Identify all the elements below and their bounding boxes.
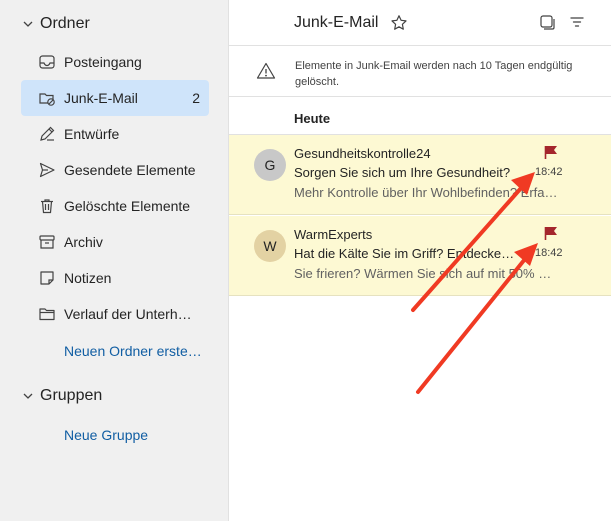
message-preview: Mehr Kontrolle über Ihr Wohlbefinden? Er… [294,185,560,200]
note-icon [40,271,54,285]
sidebar-item-inbox[interactable]: Posteingang [21,44,209,80]
sidebar-item-label: Junk-E-Mail [64,90,138,106]
star-icon[interactable] [390,14,408,32]
warning-icon [256,62,276,79]
inbox-icon [39,55,55,69]
sidebar-item-label: Gelöschte Elemente [64,198,191,214]
sidebar-item-sent[interactable]: Gesendete Elemente [21,152,209,188]
message-item[interactable]: W WarmExperts Hat die Kälte Sie im Griff… [229,216,611,296]
flag-icon[interactable] [543,144,559,160]
select-mode-icon[interactable] [538,13,556,31]
message-preview: Sie frieren? Wärmen Sie sich auf mit 50%… [294,266,560,281]
message-time: 18:42 [535,166,563,178]
sidebar-item-junk[interactable]: Junk-E-Mail 2 [21,80,209,116]
new-folder-link[interactable]: Neuen Ordner erstellen [64,343,204,359]
sidebar-item-label: Notizen [64,270,112,286]
folder-icon [39,308,55,321]
new-group-link[interactable]: Neue Gruppe [64,427,148,443]
message-sender: Gesundheitskontrolle24 [294,146,431,161]
folders-section-toggle[interactable]: Ordner [22,12,90,36]
folder-title: Junk-E-Mail [294,14,379,31]
sidebar-item-deleted[interactable]: Gelöschte Elemente [21,188,209,224]
sidebar-item-archive[interactable]: Archiv [21,224,209,260]
message-list-pane: Junk-E-Mail Elemente in Junk-Email werde… [228,0,611,521]
sidebar-item-label: Gesendete Elemente [64,162,196,178]
junk-retention-notice: Elemente in Junk-Email werden nach 10 Ta… [229,47,611,97]
message-subject: Sorgen Sie sich um Ihre Gesundheit? [294,165,511,180]
sidebar-item-label: Entwürfe [64,126,120,142]
message-subject: Hat die Kälte Sie im Griff? Entdecken Si… [294,246,519,261]
archive-icon [39,235,55,249]
notice-text: Elemente in Junk-Email werden nach 10 Ta… [295,60,573,88]
groups-heading: Gruppen [40,387,103,404]
message-sender: WarmExperts [294,227,373,242]
sidebar-item-label: Archiv [64,234,103,250]
sidebar-item-label: Posteingang [64,54,142,70]
unread-count-badge: 2 [192,90,200,106]
message-time: 18:42 [535,247,563,259]
flag-icon[interactable] [543,225,559,241]
avatar: G [254,149,286,181]
message-item[interactable]: G Gesundheitskontrolle24 Sorgen Sie sich… [229,135,611,215]
trash-icon [41,199,53,214]
sidebar-item-conversation-history[interactable]: Verlauf der Unterhaltung [21,296,209,332]
chevron-down-icon [23,393,33,399]
junk-icon [39,93,55,106]
avatar: W [254,230,286,262]
chevron-down-icon [23,21,33,27]
filter-icon[interactable] [568,13,586,31]
message-list-header: Junk-E-Mail [229,0,611,46]
sidebar-item-drafts[interactable]: Entwürfe [21,116,209,152]
sidebar-item-notes[interactable]: Notizen [21,260,209,296]
send-icon [39,162,55,178]
groups-section-toggle[interactable]: Gruppen [22,384,102,408]
sidebar-item-label: Verlauf der Unterhaltung [64,306,199,322]
folder-sidebar: Ordner Posteingang Junk-E-Mail 2 Entwürf… [0,0,221,521]
date-group-heading: Heute [294,111,331,126]
folders-heading: Ordner [40,15,90,32]
pencil-icon [40,126,55,141]
